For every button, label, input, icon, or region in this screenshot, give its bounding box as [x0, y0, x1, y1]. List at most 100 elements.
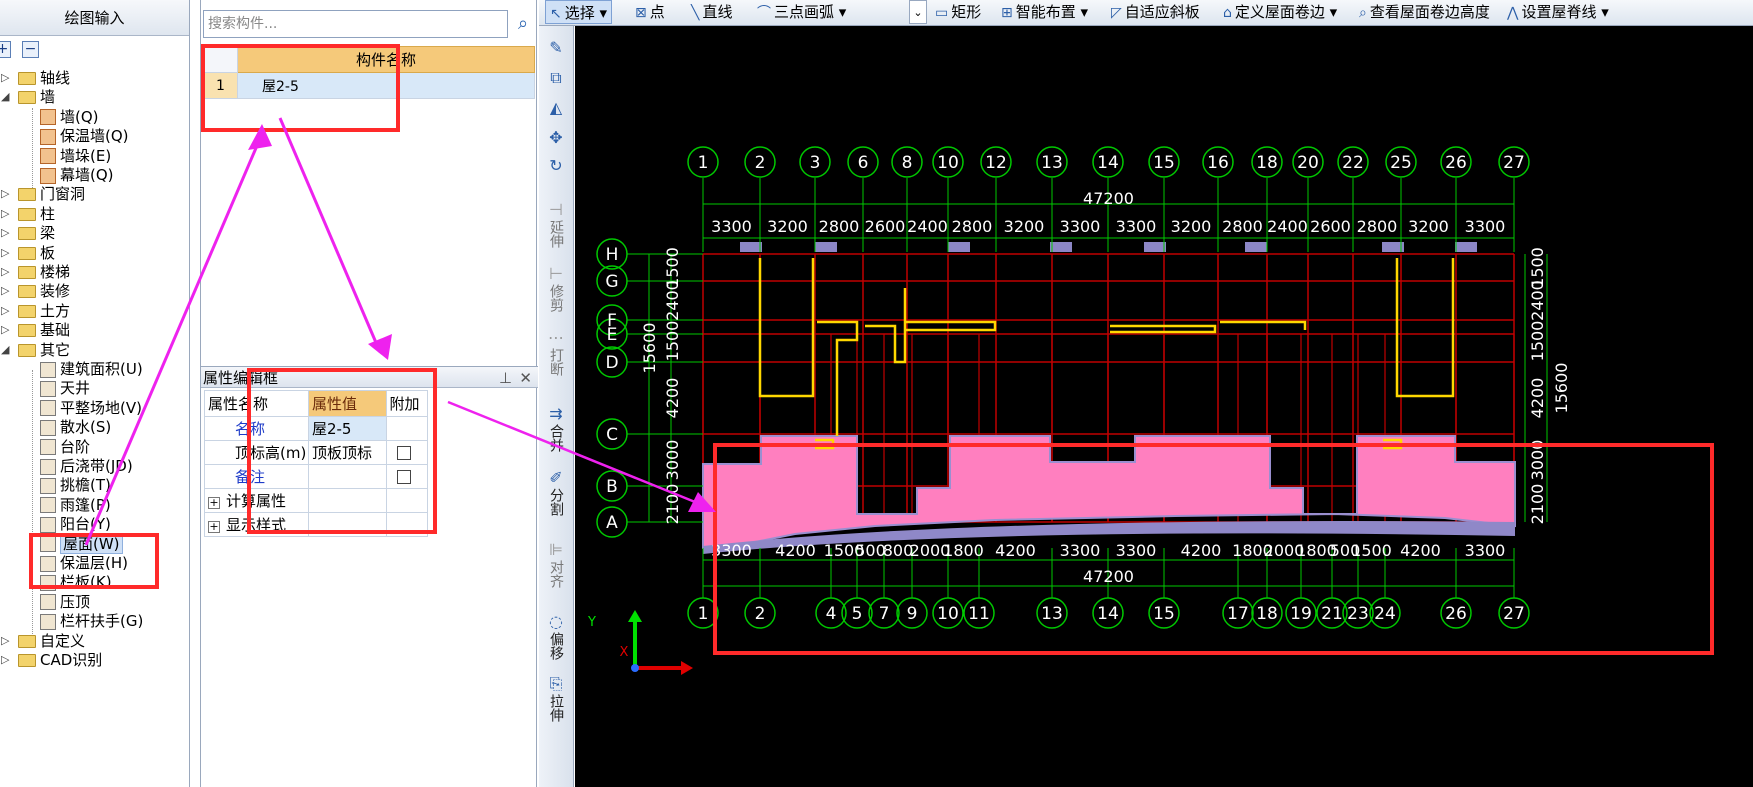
row-axis-label: D [605, 353, 618, 373]
tree-leaf-item[interactable]: 阳台(Y) [40, 514, 111, 534]
drawing-canvas[interactable]: 1 2 3 6 8 10 12 13 14 15 16 18 20 22 25 26 27 1 2 4 5 7 9 10 11 1… [575, 26, 1753, 787]
dropdown-chevron-icon[interactable]: ⌄ [909, 0, 927, 24]
prop-value[interactable]: 屋2-5 [307, 416, 387, 441]
tree-folder-item[interactable]: ▷ 门窗洞 [1, 184, 85, 204]
tree-leaf-item[interactable]: 雨篷(P) [40, 495, 111, 515]
collapse-arrow-icon[interactable]: ◢ [1, 87, 9, 107]
search-icon[interactable]: ⌕ [510, 10, 536, 38]
tree-leaf-item[interactable]: 平整场地(V) [40, 398, 142, 418]
brush-icon[interactable]: ✎ [542, 40, 570, 58]
tree-leaf-item[interactable]: 墙(Q) [40, 107, 99, 127]
expand-arrow-icon[interactable]: ▷ [1, 223, 9, 243]
mirror-icon[interactable]: ◭ [542, 100, 570, 118]
tree-leaf-item[interactable]: 散水(S) [40, 417, 111, 437]
tree-folder-item[interactable]: ▷ 柱 [1, 204, 55, 224]
tree-leaf-item[interactable]: 挑檐(T) [40, 475, 111, 495]
close-icon[interactable]: ✕ [519, 367, 532, 389]
tree-leaf-item[interactable]: 栏杆扶手(G) [40, 611, 143, 631]
align-button[interactable]: ⊫ 对齐 [542, 542, 570, 592]
expand-arrow-icon[interactable]: ▷ [1, 320, 9, 340]
tree-leaf-item[interactable]: 幕墙(Q) [40, 165, 114, 185]
tree-leaf-item[interactable]: 天井 [40, 378, 90, 398]
property-row[interactable]: 顶标高(m) 顶板顶标 [204, 440, 428, 465]
arc-button[interactable]: ⌒ 三点画弧 ▾ [757, 0, 846, 24]
merge-button[interactable]: ⇉ 合并 [542, 406, 570, 456]
copy-icon[interactable]: ⧉ [542, 70, 570, 88]
expand-arrow-icon[interactable]: ▷ [1, 631, 9, 651]
collapse-arrow-icon[interactable]: ◢ [1, 340, 9, 360]
tree-item-label: 栏杆扶手(G) [60, 612, 144, 631]
property-row[interactable]: 名称 屋2-5 [204, 416, 428, 441]
expand-arrow-icon[interactable]: ▷ [1, 204, 9, 224]
define-roof-edge-button[interactable]: ⌂ 定义屋面卷边 ▾ [1223, 0, 1337, 24]
tree-folder-item[interactable]: ▷ 土方 [1, 301, 70, 321]
rect-button[interactable]: ▭ 矩形 [935, 0, 981, 24]
tree-folder-item[interactable]: ▷ 板 [1, 243, 55, 263]
cad-drawing[interactable]: 1 2 3 6 8 10 12 13 14 15 16 18 20 22 25 26 271 2 4 5 7 9 10 11 1… [575, 26, 1753, 787]
tree-leaf-item[interactable]: 建筑面积(U) [40, 359, 143, 379]
dimension-label: 1800 [943, 541, 984, 560]
search-input[interactable]: 搜索构件... [203, 10, 508, 38]
select-button[interactable]: ↖ 选择 ▾ [545, 0, 613, 24]
line-button[interactable]: ╲ 直线 [691, 0, 732, 24]
tree-folder-item[interactable]: ▷ 轴线 [1, 68, 70, 88]
property-row[interactable]: 备注 [204, 464, 428, 489]
tree-folder-item[interactable]: ▷ CAD识别 [1, 650, 102, 670]
vertical-dimension-label: 2400 [1528, 280, 1547, 321]
rotate-icon[interactable]: ↻ [542, 158, 570, 176]
expand-arrow-icon[interactable]: ▷ [1, 281, 9, 301]
expand-icon[interactable]: + [208, 497, 220, 509]
expand-arrow-icon[interactable]: ▷ [1, 262, 9, 282]
dimension-label: 3300 [1465, 541, 1506, 560]
offset-button[interactable]: ◌ 偏移 [542, 614, 570, 664]
break-button[interactable]: ⋯ 打断 [542, 330, 570, 380]
tree-leaf-item[interactable]: 台阶 [40, 437, 90, 457]
expand-arrow-icon[interactable]: ▷ [1, 243, 9, 263]
tree-folder-item[interactable]: ▷ 自定义 [1, 631, 85, 651]
trim-button[interactable]: ⊢ 修剪 [542, 266, 570, 316]
pin-icon[interactable]: ⊥ [499, 367, 512, 389]
point-button[interactable]: ⊠ 点 [635, 0, 665, 24]
expand-all-button[interactable]: + [0, 41, 11, 58]
tree-folder-item[interactable]: ▷ 基础 [1, 320, 70, 340]
tree-folder-item[interactable]: ▷ 装修 [1, 281, 70, 301]
tree-folder-item[interactable]: ◢ 墙 [1, 87, 55, 107]
tree-folder-item[interactable]: ▷ 梁 [1, 223, 55, 243]
expand-arrow-icon[interactable]: ▷ [1, 68, 9, 88]
tree-folder-item[interactable]: ◢ 其它 [1, 340, 70, 360]
tree-leaf-item[interactable]: 屋面(W) [40, 533, 123, 554]
tree-leaf-item[interactable]: 保温层(H) [40, 553, 128, 573]
dimension-label: 3300 [1465, 217, 1506, 236]
view-roof-edge-height-button[interactable]: ⌕ 查看屋面卷边高度 [1359, 0, 1490, 24]
component-name-cell[interactable]: 屋2-5 [237, 72, 535, 99]
expand-arrow-icon[interactable]: ▷ [1, 650, 9, 670]
vertical-dimension-label: 3000 [663, 440, 682, 481]
tree-item-label: 雨篷(P) [60, 495, 111, 514]
prop-value[interactable] [307, 464, 387, 489]
tree-leaf-item[interactable]: 保温墙(Q) [40, 126, 129, 146]
folder-icon [18, 207, 36, 221]
tree-folder-item[interactable]: ▷ 楼梯 [1, 262, 70, 282]
checkbox[interactable] [396, 470, 411, 484]
adaptive-slope-button[interactable]: ◸ 自适应斜板 [1111, 0, 1200, 24]
stretch-button[interactable]: ⎘ 拉伸 [542, 676, 570, 726]
tree-leaf-item[interactable]: 压顶 [40, 592, 90, 612]
tree-leaf-item[interactable]: 后浇带(JD) [40, 456, 133, 476]
expand-icon[interactable]: + [208, 521, 220, 533]
tree-item-label: 墙垛(E) [60, 146, 112, 165]
collapse-all-button[interactable]: − [22, 41, 39, 58]
checkbox[interactable] [396, 446, 411, 460]
expand-arrow-icon[interactable]: ▷ [1, 184, 9, 204]
move-icon[interactable]: ✥ [542, 130, 570, 148]
prop-value[interactable]: 顶板顶标 [307, 440, 387, 465]
tree-leaf-item[interactable]: 墙垛(E) [40, 146, 111, 166]
expand-arrow-icon[interactable]: ▷ [1, 301, 9, 321]
smart-layout-button[interactable]: ⊞ 智能布置 ▾ [1001, 0, 1088, 24]
extend-button[interactable]: ⊣ 延伸 [542, 202, 570, 252]
tree-leaf-item[interactable]: 栏板(K) [40, 572, 112, 592]
split-button[interactable]: ✐ 分割 [542, 470, 570, 520]
property-row[interactable]: + 显示样式 [204, 512, 428, 537]
set-ridge-line-button[interactable]: ⋀ 设置屋脊线 ▾ [1507, 0, 1609, 24]
property-row[interactable]: + 计算属性 [204, 488, 428, 513]
table-row[interactable]: 1 屋2-5 [203, 72, 535, 99]
